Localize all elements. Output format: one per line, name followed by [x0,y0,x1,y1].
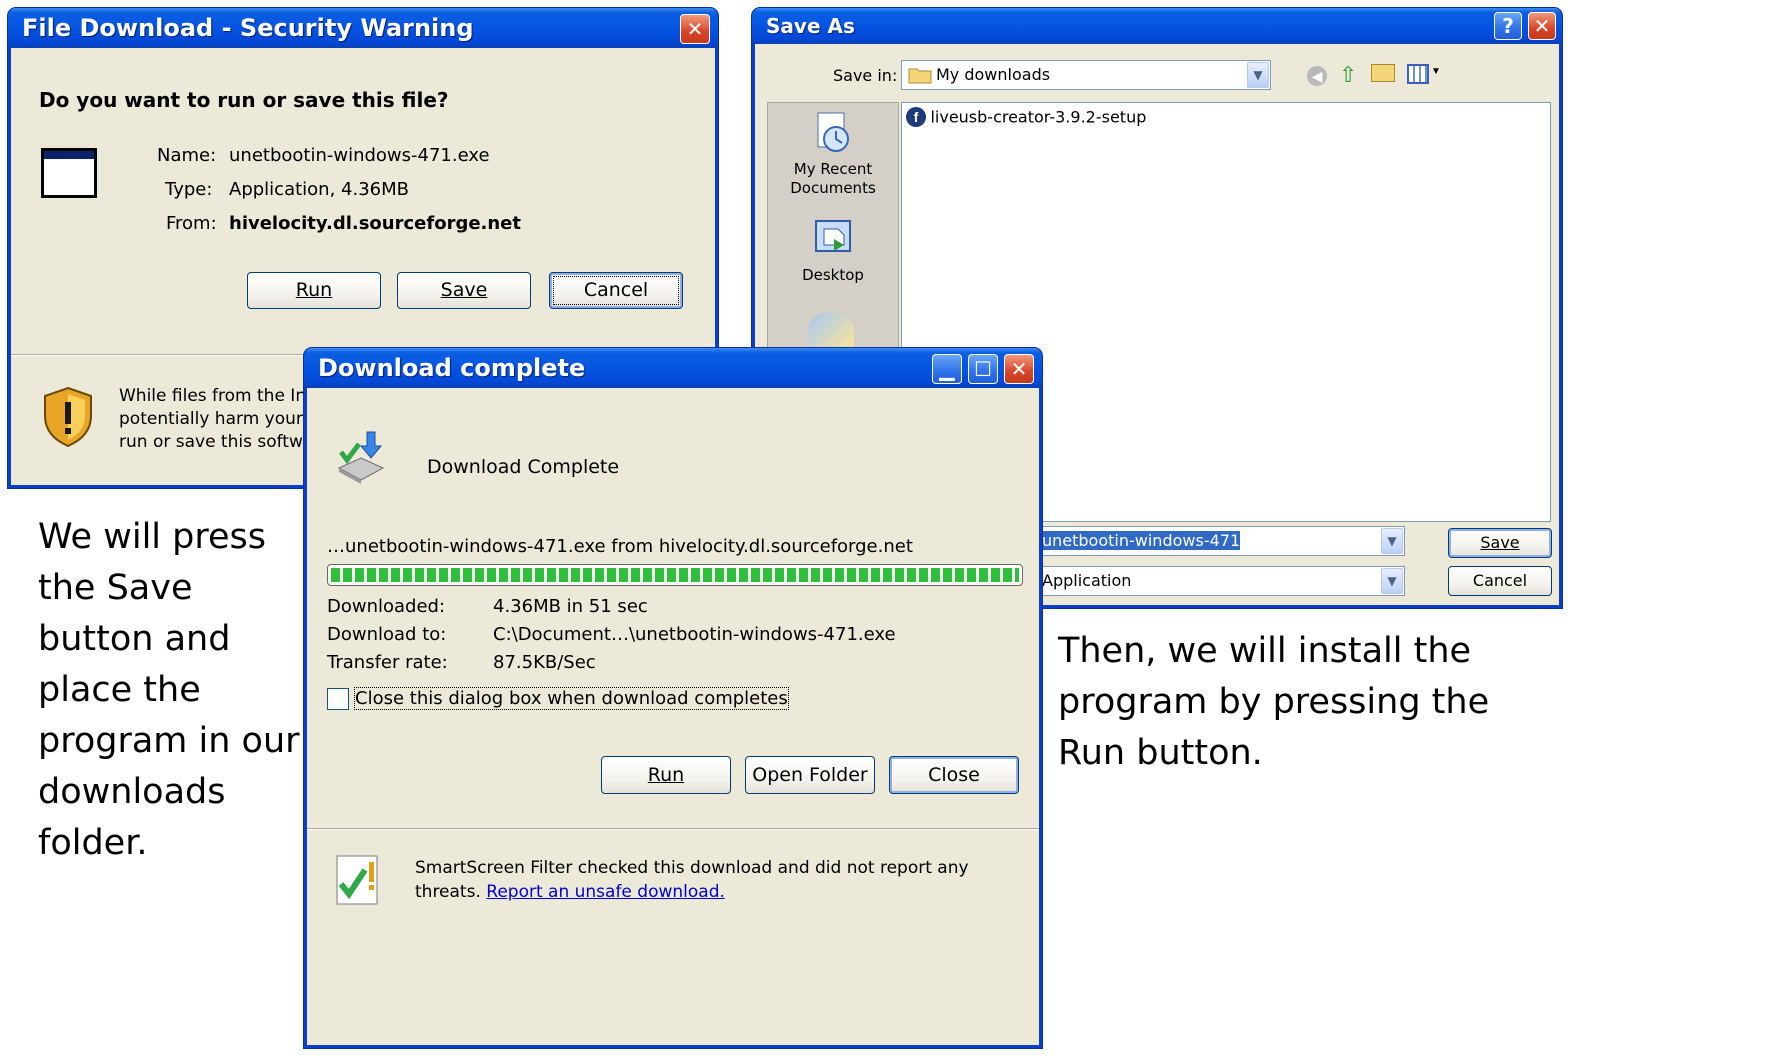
name-value: unetbootin-windows-471.exe [229,145,490,166]
download-complete-titlebar[interactable]: Download complete ▁ ☐ ✕ [304,348,1042,388]
minimize-icon[interactable]: ▁ [932,354,962,384]
desktop-icon [815,220,851,252]
download-complete-title: Download complete [318,354,586,382]
security-question: Do you want to run or save this file? [39,88,449,112]
help-icon[interactable]: ? [1494,12,1522,40]
download-complete-heading: Download Complete [427,456,620,478]
downloaded-label: Downloaded: [327,596,446,617]
recent-documents-icon [817,112,849,152]
from-value: hivelocity.dl.sourceforge.net [229,213,521,234]
file-type-value: Application [1042,571,1132,590]
file-name-field[interactable]: unetbootin-windows-471 ▼ [1037,526,1405,556]
download-close-button[interactable]: Close [889,756,1019,794]
right-caption: Then, we will install the program by pre… [1058,631,1490,773]
close-icon[interactable]: ✕ [1528,12,1556,40]
security-save-button[interactable]: Save [397,272,531,309]
download-complete-icon [337,431,385,484]
separator [307,828,1039,830]
downloaded-value: 4.36MB in 51 sec [493,596,648,617]
chevron-down-icon[interactable]: ▼ [1381,568,1403,594]
save-as-titlebar[interactable]: Save As ? ✕ [752,8,1562,44]
my-documents-icon[interactable] [808,313,854,349]
close-icon[interactable]: ✕ [680,14,710,44]
smartscreen-icon [336,855,378,905]
name-label: Name: [157,145,217,166]
save-in-value: My downloads [936,65,1051,84]
download-source-line: …unetbootin-windows-471.exe from hiveloc… [327,536,913,557]
type-value: Application, 4.36MB [229,179,409,200]
save-in-dropdown[interactable]: My downloads ▼ [901,60,1271,90]
application-icon [41,148,97,198]
fedora-icon: f [906,107,926,127]
views-menu-icon[interactable] [1407,64,1429,84]
file-type-dropdown[interactable]: Application ▼ [1037,566,1405,596]
warning-text-line3: run or save this softwa [119,432,314,452]
save-as-title: Save As [766,14,855,38]
places-item-desktop[interactable]: Desktop [768,215,898,284]
places-item-recent[interactable]: My Recent Documents [768,109,898,198]
report-unsafe-download-link[interactable]: Report an unsafe download. [486,882,725,902]
warning-text-line2: potentially harm your c [119,409,318,429]
places-label-recent: My Recent Documents [790,160,876,197]
download-progress-fill [331,568,1019,582]
places-label-desktop: Desktop [802,266,864,284]
file-item[interactable]: f liveusb-creator-3.9.2-setup [906,107,1146,127]
shield-warning-icon [44,386,92,448]
download-to-value: C:\Document…\unetbootin-windows-471.exe [493,624,896,645]
smartscreen-text: SmartScreen Filter checked this download… [415,858,969,878]
transfer-rate-label: Transfer rate: [327,652,448,673]
close-when-complete-label[interactable]: Close this dialog box when download comp… [354,687,789,710]
security-warning-titlebar[interactable]: File Download - Security Warning ✕ [8,8,718,48]
open-folder-button[interactable]: Open Folder [745,756,875,794]
chevron-down-icon[interactable]: ▼ [1381,528,1403,554]
new-folder-icon[interactable] [1371,64,1395,82]
file-name: liveusb-creator-3.9.2-setup [930,107,1147,127]
from-label: From: [166,213,217,234]
smartscreen-text-2: threats. Report an unsafe download. [415,882,725,902]
transfer-rate-value: 87.5KB/Sec [493,652,596,673]
folder-icon [908,68,932,84]
views-dropdown-icon[interactable]: ▼ [1431,66,1441,77]
save-in-label: Save in: [833,66,898,85]
type-label: Type: [165,179,213,200]
download-complete-dialog: Download complete ▁ ☐ ✕ Download Complet… [304,348,1042,1048]
warning-text-line1: While files from the Int [119,386,313,406]
back-icon[interactable]: ◀ [1307,66,1327,86]
save-as-cancel-button[interactable]: Cancel [1448,566,1552,596]
download-run-button[interactable]: Run [601,756,731,794]
close-when-complete-checkbox[interactable] [327,688,349,710]
up-folder-icon[interactable]: ⇧ [1339,62,1357,88]
maximize-icon[interactable]: ☐ [968,354,998,384]
security-cancel-button[interactable]: Cancel [549,272,683,309]
save-as-save-button[interactable]: Save [1448,528,1552,558]
left-caption: We will press the Save button and place … [38,517,300,863]
security-run-button[interactable]: Run [247,272,381,309]
chevron-down-icon[interactable]: ▼ [1247,62,1269,88]
download-to-label: Download to: [327,624,447,645]
file-name-value: unetbootin-windows-471 [1042,531,1241,550]
close-icon[interactable]: ✕ [1004,354,1034,384]
download-progress-bar [327,564,1023,586]
security-warning-title: File Download - Security Warning [22,14,474,42]
